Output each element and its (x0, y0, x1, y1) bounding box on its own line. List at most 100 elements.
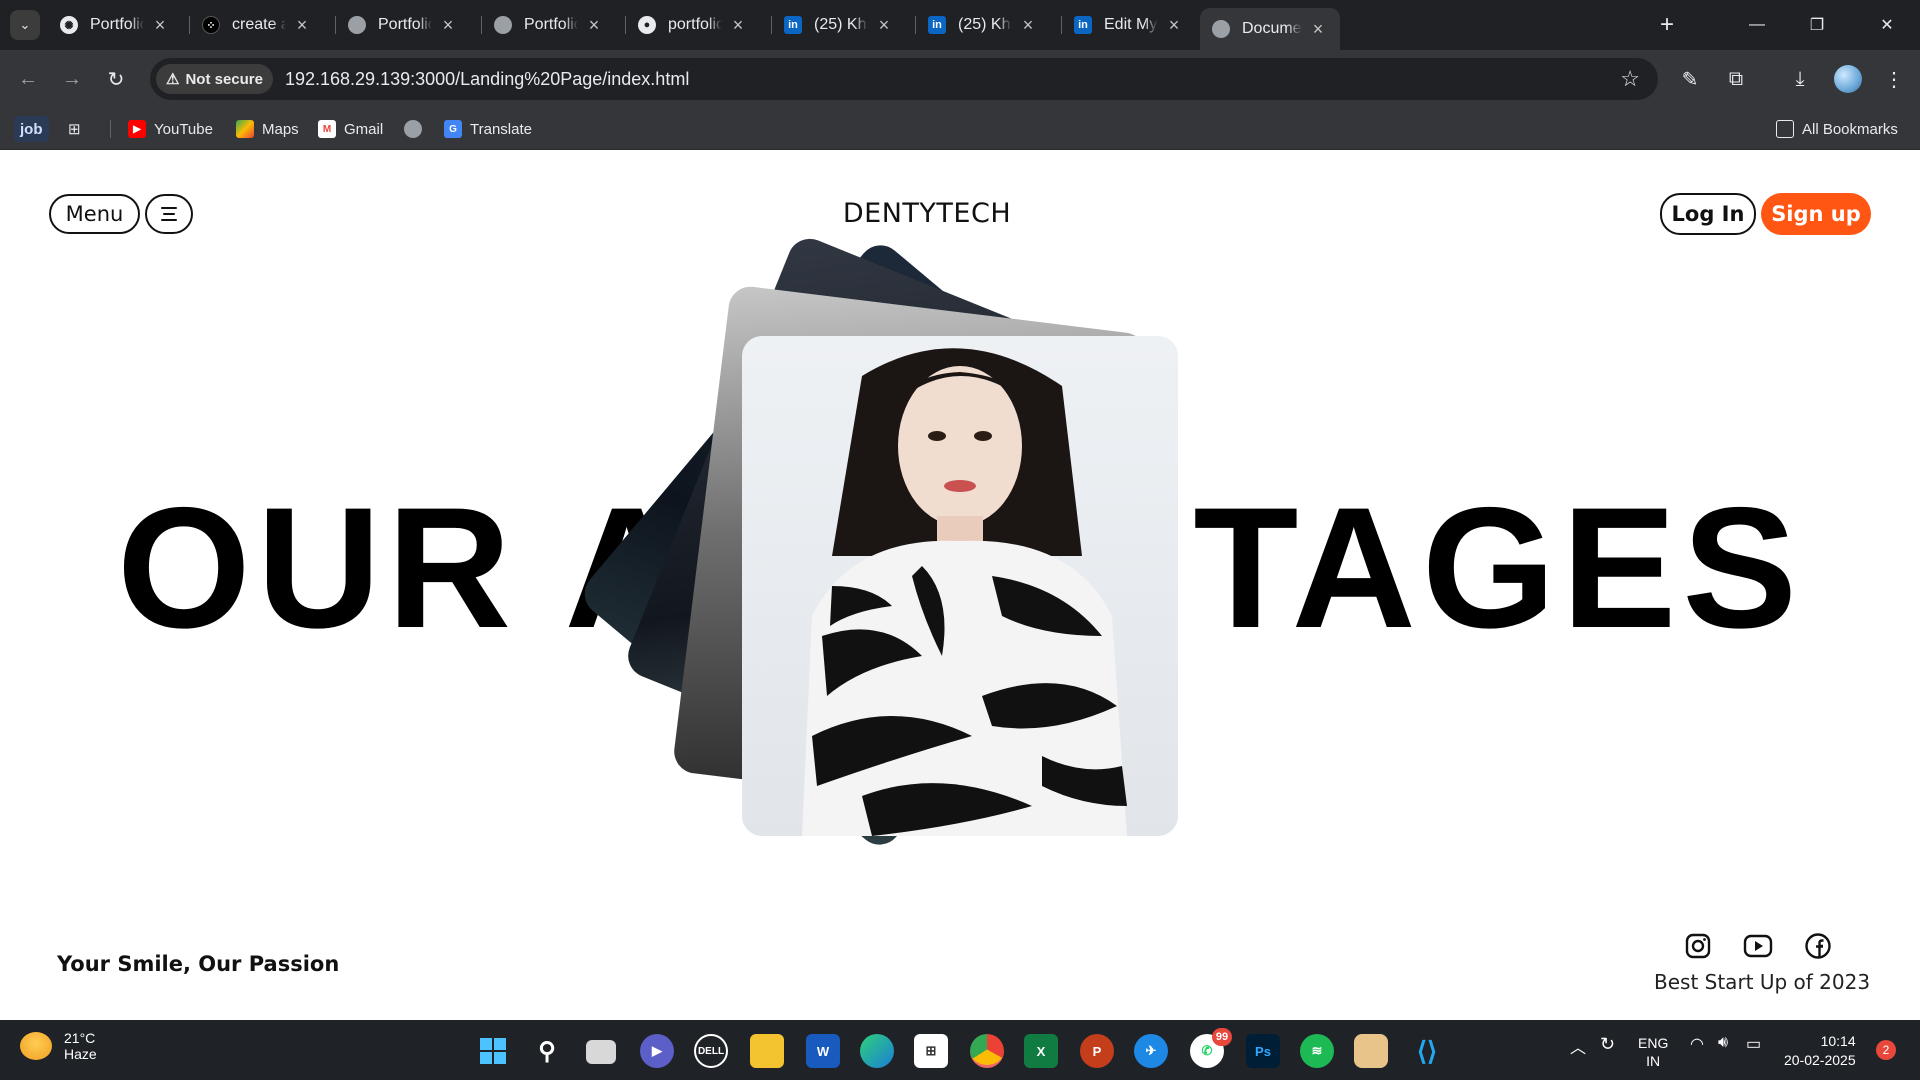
bookmark-youtube[interactable]: ▶ YouTube (128, 116, 213, 142)
pen-icon[interactable]: ✎ (1674, 63, 1706, 95)
close-tab-icon[interactable]: × (1164, 15, 1184, 36)
tab-create-portfolio[interactable]: ⁘ create a portfolio × (189, 8, 324, 42)
close-tab-icon[interactable]: × (292, 15, 312, 36)
tab-linkedin-2[interactable]: in (25) Khushi M × (915, 8, 1050, 42)
address-bar[interactable]: ⚠ Not secure 192.168.29.139:3000/Landing… (150, 58, 1658, 100)
bookmark-label: Translate (470, 120, 532, 138)
spotify-icon[interactable]: ≋ (1300, 1034, 1334, 1068)
bookmark-globe[interactable] (404, 116, 430, 142)
close-tab-icon[interactable]: × (438, 15, 458, 36)
photoshop-icon[interactable]: Ps (1246, 1034, 1280, 1068)
arrow-left-icon: ← (18, 67, 38, 90)
brand-logo[interactable]: DENTYTECH (0, 198, 1854, 229)
dell-icon[interactable]: DELL (694, 1034, 728, 1068)
v0-icon: ⁘ (202, 16, 220, 34)
whatsapp-badge: 99 (1212, 1028, 1232, 1046)
site-info-button[interactable]: ⚠ Not secure (156, 64, 273, 94)
tab-linkedin-1[interactable]: in (25) Khushi M × (771, 8, 906, 42)
taskbar: 21°C Haze ⚲ ▶ DELL W ⊞ X P ✈ ✆ 99 Ps ≋ ⟨… (0, 1020, 1920, 1080)
teams-chat-icon[interactable]: ▶ (640, 1034, 674, 1068)
minimize-button[interactable]: — (1728, 0, 1786, 50)
bookmark-star-icon[interactable]: ☆ (1620, 66, 1640, 92)
chevron-down-icon: ⌄ (19, 17, 31, 32)
reload-button[interactable]: ↻ (100, 63, 132, 95)
word-icon[interactable]: W (806, 1034, 840, 1068)
file-explorer-icon[interactable] (750, 1034, 784, 1068)
tab-portfolio-project[interactable]: ✺ Portfolio Project × (48, 8, 182, 42)
download-icon[interactable]: ⤓ (1784, 63, 1816, 95)
tab-portfolio[interactable]: Portfolio × (335, 8, 470, 42)
linkedin-icon: in (784, 16, 802, 34)
close-window-button[interactable]: ✕ (1858, 0, 1916, 50)
translate-icon: G (444, 120, 462, 138)
close-tab-icon[interactable]: × (1308, 19, 1328, 40)
tab-title: Portfolio Project (90, 16, 144, 33)
whatsapp-icon[interactable]: ✆ 99 (1190, 1028, 1232, 1068)
volume-icon[interactable]: 🔊︎ (1718, 1034, 1728, 1052)
tab-title: Portfolio (378, 16, 432, 33)
arrow-right-icon: → (62, 67, 82, 90)
url-text[interactable]: 192.168.29.139:3000/Landing%20Page/index… (285, 69, 689, 90)
instagram-glyph (1685, 933, 1711, 959)
windows-start-icon[interactable] (476, 1034, 510, 1068)
signup-button[interactable]: Sign up (1761, 193, 1871, 235)
close-tab-icon[interactable]: × (584, 15, 604, 36)
facebook-icon[interactable] (1802, 930, 1834, 962)
tab-portfolio-2[interactable]: Portfolio × (481, 8, 616, 42)
youtube-glyph (1743, 934, 1773, 958)
clock-time: 10:14 (1820, 1033, 1856, 1049)
powerpoint-icon[interactable]: P (1080, 1034, 1114, 1068)
youtube-icon[interactable] (1742, 930, 1774, 962)
chrome-icon[interactable] (970, 1034, 1004, 1068)
model-illustration (802, 348, 1127, 836)
vscode-icon[interactable]: ⟨⟩ (1410, 1034, 1444, 1068)
tray-chevron-icon[interactable]: ︿ (1570, 1034, 1586, 1058)
extensions-icon[interactable]: ⧉ (1720, 63, 1752, 95)
sync-icon[interactable]: ↻ (1600, 1034, 1615, 1055)
tab-strip: ⌄ ✺ Portfolio Project × ⁘ create a portf… (0, 0, 1920, 50)
all-bookmarks-label: All Bookmarks (1802, 120, 1898, 138)
tab-title: Document (1242, 20, 1302, 37)
tab-github[interactable]: ● portfolio-html × (625, 8, 760, 42)
wifi-icon[interactable]: ◠ (1690, 1034, 1704, 1054)
bookmark-job[interactable]: job (14, 116, 49, 142)
store-icon[interactable]: ⊞ (914, 1034, 948, 1068)
restore-button[interactable]: ❐ (1788, 0, 1846, 50)
new-tab-button[interactable]: + (1652, 10, 1682, 40)
instagram-icon[interactable] (1682, 930, 1714, 962)
clock[interactable]: 10:14 20-02-2025 (1784, 1032, 1856, 1070)
haze-icon (20, 1032, 52, 1060)
tab-edit-public[interactable]: in Edit My Public × (1061, 8, 1196, 42)
apps-grid-icon[interactable]: ⊞ (68, 116, 81, 142)
close-tab-icon[interactable]: × (728, 15, 748, 36)
edge-icon[interactable] (860, 1034, 894, 1068)
language-indicator[interactable]: ENG IN (1638, 1034, 1668, 1070)
battery-icon[interactable]: ▭ (1746, 1034, 1761, 1054)
close-tab-icon[interactable]: × (150, 15, 170, 36)
bookmark-maps[interactable]: Maps (236, 116, 299, 142)
bookmark-translate[interactable]: G Translate (444, 116, 532, 142)
youtube-icon: ▶ (128, 120, 146, 138)
all-bookmarks-button[interactable]: All Bookmarks (1776, 116, 1898, 142)
tab-title: Portfolio (524, 16, 578, 33)
tab-search-button[interactable]: ⌄ (10, 10, 40, 40)
bookmark-gmail[interactable]: M Gmail (318, 116, 383, 142)
login-button[interactable]: Log In (1660, 193, 1756, 235)
close-tab-icon[interactable]: × (874, 15, 894, 36)
globe-icon (348, 16, 366, 34)
back-button[interactable]: ← (12, 63, 44, 95)
more-menu-icon[interactable]: ⋮ (1878, 63, 1910, 95)
weather-widget[interactable]: 21°C Haze (20, 1030, 97, 1062)
fox-app-icon[interactable] (1354, 1034, 1388, 1068)
tab-document-active[interactable]: Document × (1200, 8, 1340, 50)
excel-icon[interactable]: X (1024, 1034, 1058, 1068)
notification-badge[interactable]: 2 (1876, 1040, 1896, 1060)
region-code: IN (1646, 1053, 1661, 1069)
close-tab-icon[interactable]: × (1018, 15, 1038, 36)
app-icon[interactable]: ✈ (1134, 1034, 1168, 1068)
task-view-icon[interactable] (586, 1040, 616, 1064)
weather-description: Haze (64, 1046, 97, 1062)
search-icon[interactable]: ⚲ (530, 1034, 564, 1068)
profile-avatar[interactable] (1834, 65, 1862, 93)
forward-button[interactable]: → (56, 63, 88, 95)
